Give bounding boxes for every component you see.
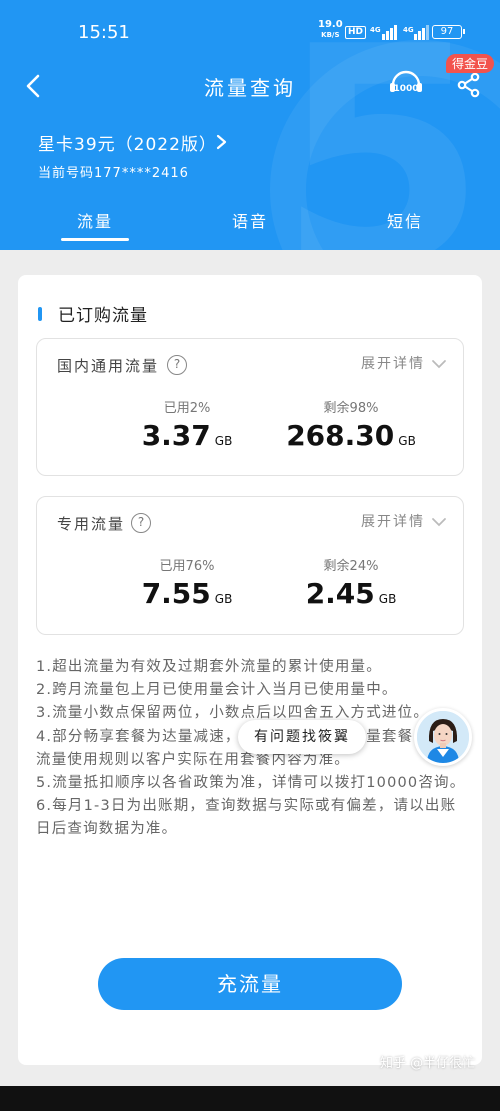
tab-sms[interactable]: 短信 xyxy=(355,208,455,232)
special-data-card: 专用流量 ? 展开详情 已用76% 剩余24% 7.55 GB 2.45 GB xyxy=(36,496,464,635)
card-title: 专用流量 xyxy=(57,515,126,533)
tab-data[interactable]: 流量 xyxy=(45,208,145,232)
system-nav-bar xyxy=(0,1086,500,1111)
section-marker xyxy=(38,307,42,321)
share-icon[interactable] xyxy=(456,72,482,98)
note-item: 5.流量抵扣顺序以各省政策为准，详情可以拨打10000咨询。 xyxy=(36,775,466,792)
card-title: 国内通用流量 xyxy=(57,357,160,375)
page-title: 流量查询 xyxy=(204,76,296,100)
note-item: 2.跨月流量包上月已使用量会计入当月已使用量中。 xyxy=(36,682,398,699)
chevron-right-icon[interactable] xyxy=(214,134,228,150)
svg-text:4G: 4G xyxy=(403,26,414,34)
phone-number: 当前号码177****2416 xyxy=(38,166,189,181)
gold-bean-badge[interactable]: 得金豆 xyxy=(446,54,495,73)
network-speed: 19.0 KB/S xyxy=(318,19,343,40)
svg-text:4G: 4G xyxy=(370,26,381,34)
hd-icon: HD xyxy=(345,26,367,39)
header: 5 15:51 19.0 KB/S HD 4G 4G 97 流量查询 1000 … xyxy=(0,0,500,250)
assistant-tooltip[interactable]: 有问题找筱翼 xyxy=(238,720,366,754)
battery-icon: 97 xyxy=(432,25,465,39)
chevron-down-icon[interactable] xyxy=(431,517,447,527)
tab-voice[interactable]: 语音 xyxy=(200,208,300,232)
help-question-icon[interactable]: ? xyxy=(167,355,187,375)
status-time: 15:51 xyxy=(78,22,130,43)
source-watermark: 知乎 @半仔很忙 xyxy=(380,1056,476,1071)
used-percent-label: 已用76% xyxy=(159,559,215,574)
signal-icon-2: 4G xyxy=(403,25,429,40)
svg-text:1000: 1000 xyxy=(393,84,418,94)
remaining-value: 268.30 GB xyxy=(286,419,416,452)
remaining-value: 2.45 GB xyxy=(305,577,397,610)
help-question-icon[interactable]: ? xyxy=(131,513,151,533)
status-bar: 15:51 19.0 KB/S HD 4G 4G 97 xyxy=(0,14,500,50)
section-title: 已订购流量 xyxy=(58,306,148,326)
domestic-data-card: 国内通用流量 ? 展开详情 已用2% 剩余98% 3.37 GB 268.30 GB xyxy=(36,338,464,476)
signal-icon-1: 4G xyxy=(370,25,397,40)
assistant-avatar-image xyxy=(417,711,469,763)
used-percent-label: 已用2% xyxy=(163,401,211,416)
active-tab-indicator xyxy=(61,238,129,241)
recharge-data-button[interactable]: 充流量 xyxy=(98,958,402,1010)
note-item: 6.每月1-3日为出账期，查询数据与实际或有偏差，请以出账日后查询数据为准。 xyxy=(36,798,457,838)
assistant-avatar[interactable] xyxy=(414,708,472,766)
customer-service-1000-icon[interactable]: 1000 xyxy=(388,70,424,100)
expand-details-link[interactable]: 展开详情 xyxy=(361,353,425,373)
expand-details-link[interactable]: 展开详情 xyxy=(361,511,425,531)
remaining-percent-label: 剩余24% xyxy=(323,559,379,574)
note-item: 1.超出流量为有效及过期套外流量的累计使用量。 xyxy=(36,659,382,675)
remaining-percent-label: 剩余98% xyxy=(323,401,379,416)
chevron-down-icon[interactable] xyxy=(431,359,447,369)
plan-name[interactable]: 星卡39元（2022版） xyxy=(38,130,217,155)
